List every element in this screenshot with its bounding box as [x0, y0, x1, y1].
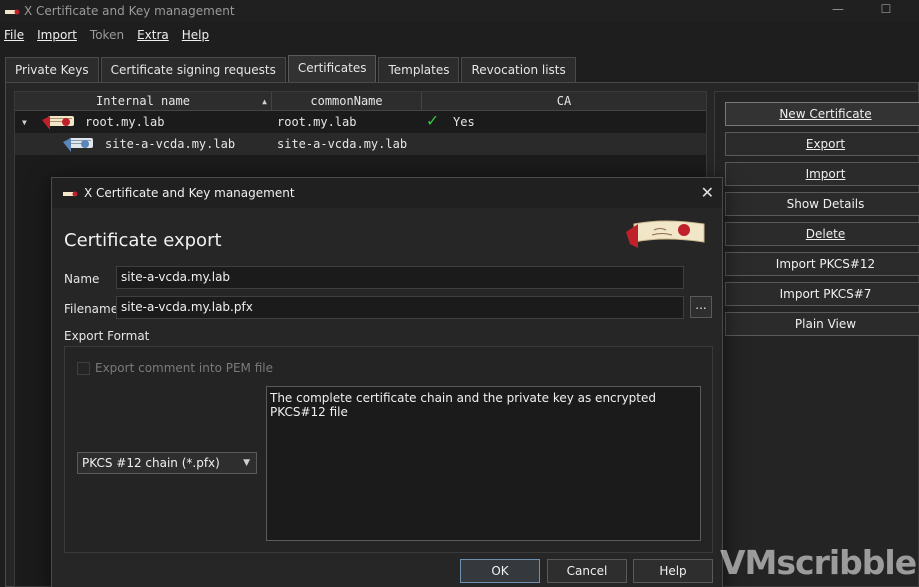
certificate-icon	[61, 134, 97, 157]
export-format-group: Export comment into PEM file PKCS #12 ch…	[64, 346, 713, 553]
tab-certificate-signing-requests[interactable]: Certificate signing requests	[100, 57, 286, 82]
row-common-name: root.my.lab	[277, 115, 357, 129]
chevron-down-icon: ▼	[243, 458, 250, 468]
menu-extra[interactable]: Extra	[133, 28, 178, 42]
ca-check-icon: ✓	[427, 110, 438, 131]
collapse-arrow-icon[interactable]: ▼	[22, 118, 27, 127]
help-button[interactable]: Help	[633, 559, 713, 583]
export-format-label: Export Format	[64, 329, 150, 343]
browse-button[interactable]: ...	[690, 296, 712, 318]
column-header-internal-name[interactable]: Internal name ▲	[15, 92, 272, 110]
certificate-scroll-icon	[620, 216, 708, 255]
delete-button[interactable]: Delete	[725, 222, 919, 246]
import-pkcs7-button[interactable]: Import PKCS#7	[725, 282, 919, 306]
filename-field[interactable]: site-a-vcda.my.lab.pfx	[116, 296, 684, 319]
ca-certificate-icon	[40, 112, 78, 135]
close-icon[interactable]: ✕	[701, 183, 714, 202]
format-description: The complete certificate chain and the p…	[266, 386, 701, 541]
menu-bar: File Import Token Extra Help	[0, 24, 919, 46]
table-row[interactable]: site-a-vcda.my.lab site-a-vcda.my.lab	[15, 133, 706, 155]
column-header-ca[interactable]: CA	[422, 92, 706, 110]
menu-file[interactable]: File	[0, 28, 33, 42]
menu-help[interactable]: Help	[178, 28, 218, 42]
filename-label: Filename	[64, 302, 119, 316]
watermark: VMscribble	[720, 543, 917, 582]
import-button[interactable]: Import	[725, 162, 919, 186]
dialog-heading: Certificate export	[64, 230, 222, 251]
window-titlebar: X Certificate and Key management — ☐	[0, 0, 919, 22]
name-field[interactable]: site-a-vcda.my.lab	[116, 266, 684, 289]
tab-bar: Private Keys Certificate signing request…	[5, 55, 578, 82]
certificate-export-dialog: X Certificate and Key management ✕ Certi…	[51, 177, 723, 587]
export-format-select[interactable]: PKCS #12 chain (*.pfx) ▼	[77, 452, 257, 474]
menu-import[interactable]: Import	[33, 28, 86, 42]
tab-revocation-lists[interactable]: Revocation lists	[461, 57, 576, 82]
export-comment-label: Export comment into PEM file	[95, 361, 273, 375]
export-comment-checkbox[interactable]	[77, 362, 90, 375]
tab-certificates[interactable]: Certificates	[287, 55, 377, 82]
tab-templates[interactable]: Templates	[378, 57, 460, 82]
new-certificate-button[interactable]: New Certificate	[725, 102, 919, 126]
dialog-title: X Certificate and Key management	[84, 186, 295, 200]
row-common-name: site-a-vcda.my.lab	[277, 137, 408, 151]
import-pkcs12-button[interactable]: Import PKCS#12	[725, 252, 919, 276]
app-logo-icon	[4, 6, 20, 16]
name-label: Name	[64, 272, 100, 286]
maximize-button[interactable]: ☐	[866, 0, 906, 22]
dialog-logo-icon	[62, 188, 78, 198]
tree-header: Internal name ▲ commonName CA	[15, 92, 706, 111]
table-row[interactable]: ▼ root.my.lab root.my.lab ✓ Yes	[15, 110, 706, 135]
plain-view-button[interactable]: Plain View	[725, 312, 919, 336]
tab-private-keys[interactable]: Private Keys	[5, 57, 99, 82]
row-internal-name: site-a-vcda.my.lab	[105, 137, 236, 151]
cancel-button[interactable]: Cancel	[547, 559, 627, 583]
ok-button[interactable]: OK	[460, 559, 540, 583]
menu-token[interactable]: Token	[86, 28, 133, 42]
export-button[interactable]: Export	[725, 132, 919, 156]
minimize-button[interactable]: —	[818, 0, 858, 22]
sort-ascending-icon: ▲	[262, 96, 267, 106]
row-ca-value: Yes	[453, 115, 475, 129]
window-title: X Certificate and Key management	[24, 4, 235, 18]
dialog-body: Certificate export Name site-a-vcda.my.l…	[52, 208, 722, 587]
show-details-button[interactable]: Show Details	[725, 192, 919, 216]
dialog-titlebar: X Certificate and Key management ✕	[52, 178, 722, 208]
action-button-panel: New Certificate Export Import Show Detai…	[714, 91, 919, 587]
column-header-common-name[interactable]: commonName	[272, 92, 422, 110]
row-internal-name: root.my.lab	[85, 115, 165, 129]
